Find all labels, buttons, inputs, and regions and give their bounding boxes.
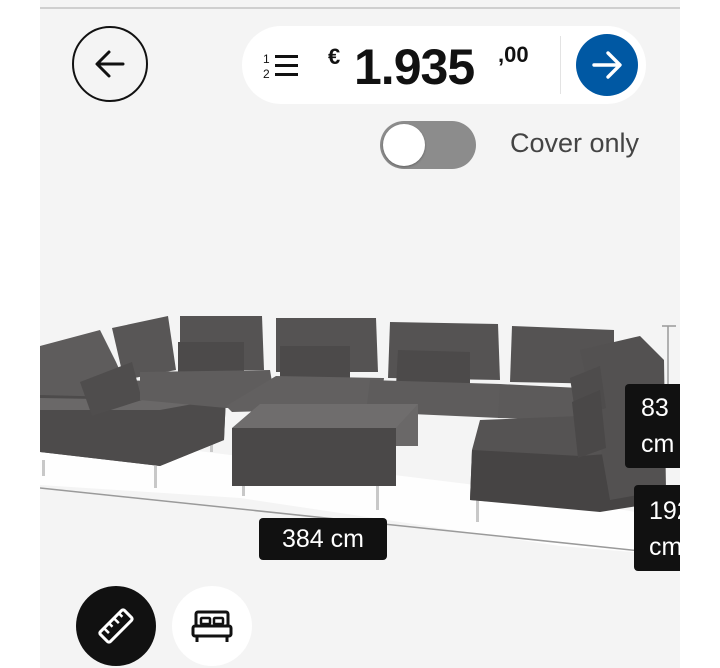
- price-bar: 1 2 € 1.935 ,00: [242, 26, 646, 104]
- cover-only-toggle[interactable]: [380, 121, 476, 169]
- ruler-icon: [98, 608, 134, 644]
- room-view-button[interactable]: [172, 586, 252, 666]
- depth-dimension-label: 192 cm: [634, 485, 680, 571]
- top-divider: [40, 7, 680, 9]
- price-divider: [560, 36, 561, 94]
- price-decimals: ,00: [498, 42, 529, 67]
- svg-text:1: 1: [263, 52, 270, 66]
- height-unit: cm: [641, 430, 675, 458]
- height-value: 83: [641, 394, 669, 422]
- depth-value: 192: [649, 497, 680, 525]
- arrow-right-icon: [592, 51, 622, 79]
- depth-unit: cm: [649, 533, 680, 561]
- price-currency: €: [328, 44, 341, 69]
- product-viewer: 1 2 € 1.935 ,00 Cover only 384 cm 83 cm …: [40, 0, 680, 668]
- width-dimension-label: 384 cm: [259, 518, 387, 560]
- svg-text:2: 2: [263, 67, 270, 81]
- price-integer: 1.935: [354, 39, 475, 95]
- arrow-left-icon: [95, 50, 125, 78]
- bed-icon: [191, 610, 233, 642]
- numbered-list-icon[interactable]: 1 2: [262, 50, 300, 82]
- continue-button[interactable]: [576, 34, 638, 96]
- back-button[interactable]: [72, 26, 148, 102]
- cover-only-label: Cover only: [510, 128, 640, 158]
- toggle-knob: [383, 124, 425, 166]
- height-dimension-label: 83 cm: [625, 384, 680, 468]
- measurements-button[interactable]: [76, 586, 156, 666]
